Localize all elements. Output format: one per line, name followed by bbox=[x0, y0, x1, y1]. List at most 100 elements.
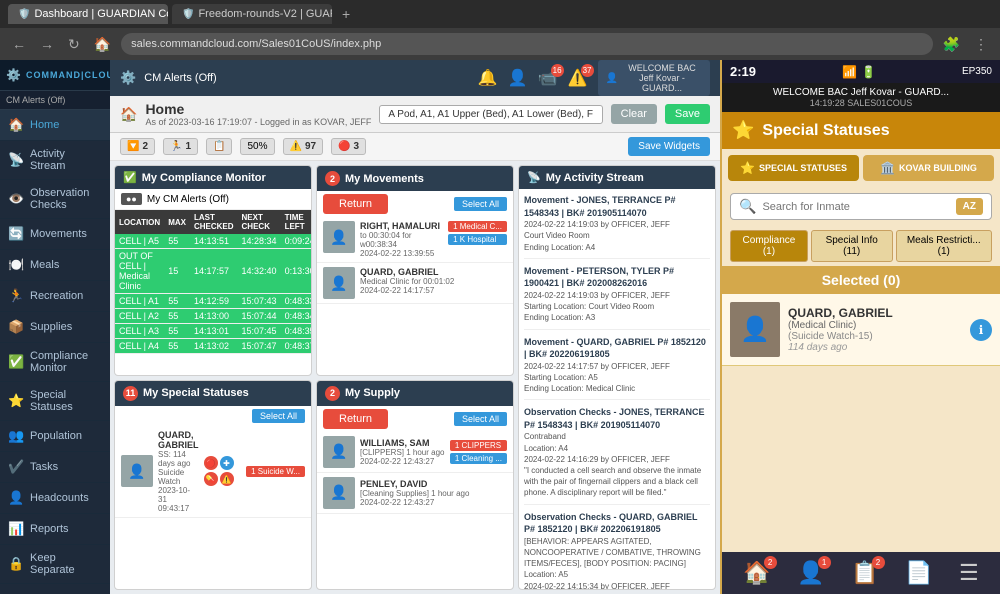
filter-item-4[interactable]: 50% bbox=[240, 138, 274, 155]
special-statuses-body: Select All 👤 QUARD, GABRIEL SS: 114 days… bbox=[115, 406, 311, 590]
extensions-button[interactable]: 🧩 bbox=[939, 34, 964, 55]
supplies-icon: 📦 bbox=[8, 319, 24, 335]
address-bar[interactable]: sales.commandcloud.com/Sales01CoUS/index… bbox=[121, 33, 932, 55]
special-select-all-button[interactable]: Select All bbox=[252, 409, 305, 423]
search-bar: 🔍 AZ bbox=[730, 193, 992, 220]
sidebar-item-recreation[interactable]: 🏃 Recreation bbox=[0, 281, 110, 312]
compliance-monitor-widget: ✅ My Compliance Monitor ●● My CM Alerts … bbox=[114, 165, 312, 376]
sidebar-item-keep-separate[interactable]: 🔒 Keep Separate bbox=[0, 545, 110, 584]
movement-avatar-1: 👤 bbox=[323, 221, 355, 253]
az-button[interactable]: AZ bbox=[956, 198, 983, 215]
movement-avatar-2: 👤 bbox=[323, 267, 355, 299]
refresh-button[interactable]: ↻ bbox=[64, 34, 84, 55]
bottom-icon-list[interactable]: 📋 2 bbox=[851, 560, 878, 586]
kovar-building-tab-icon: 🏛️ bbox=[880, 161, 895, 175]
user-icon-badge[interactable]: 👤 bbox=[508, 68, 528, 88]
dashboard-grid: ✅ My Compliance Monitor ●● My CM Alerts … bbox=[110, 161, 720, 594]
tab-compliance-1[interactable]: Compliance (1) bbox=[730, 230, 808, 262]
tab-kovar-building[interactable]: 🏛️ KOVAR BUILDING bbox=[863, 155, 994, 181]
sidebar-item-headcounts[interactable]: 👤 Headcounts bbox=[0, 483, 110, 514]
topbar-icons: 🔔 👤 📹 16 ⚠️ 37 👤 WELCOME BAC Jeff Kovar … bbox=[478, 60, 710, 96]
filter-item-2[interactable]: 🏃1 bbox=[163, 138, 198, 155]
home-nav-button[interactable]: 🏠 bbox=[90, 34, 115, 55]
special-avatar-1: 👤 bbox=[121, 455, 153, 487]
user-button[interactable]: 👤 WELCOME BAC Jeff Kovar - GUARD... bbox=[598, 60, 710, 96]
battery-icon: 🔋 bbox=[861, 65, 876, 79]
breadcrumb-input[interactable] bbox=[379, 105, 602, 124]
movements-header: 2 My Movements bbox=[317, 166, 513, 191]
inmate-info-button[interactable]: ℹ bbox=[970, 319, 992, 341]
supply-return-button[interactable]: Return bbox=[323, 409, 388, 429]
back-button[interactable]: ← bbox=[8, 34, 30, 54]
sidebar-item-supplies[interactable]: 📦 Supplies bbox=[0, 312, 110, 343]
special-statuses-widget: 11 My Special Statuses Select All 👤 QUAR… bbox=[114, 380, 312, 591]
sidebar-item-compliance[interactable]: ✅ Compliance Monitor bbox=[0, 343, 110, 382]
movement-item-1: 👤 RIGHT, HAMALURI to 00:30:04 for w00:38… bbox=[317, 217, 513, 263]
activity-stream-header: 📡 My Activity Stream bbox=[519, 166, 715, 189]
sidebar-item-special[interactable]: ⭐ Special Statuses bbox=[0, 382, 110, 421]
activity-entry-5: Observation Checks - QUARD, GABRIEL P# 1… bbox=[524, 511, 710, 589]
movements-body: Return Select All 👤 RIGHT, HAMALURI to 0… bbox=[317, 191, 513, 375]
save-button[interactable]: Save bbox=[665, 104, 710, 124]
sidebar-item-movements[interactable]: 🔄 Movements bbox=[0, 219, 110, 250]
forward-button[interactable]: → bbox=[36, 34, 58, 54]
clear-button[interactable]: Clear bbox=[611, 104, 657, 124]
warning-icon-badge[interactable]: ⚠️ 37 bbox=[568, 68, 588, 88]
movements-select-all-button[interactable]: Select All bbox=[454, 197, 507, 211]
search-inmate-input[interactable] bbox=[762, 201, 949, 213]
menu-button[interactable]: ⋮ bbox=[970, 34, 992, 55]
sidebar-topbar: CM Alerts (Off) bbox=[0, 91, 110, 110]
sidebar-item-reports[interactable]: 📊 Reports bbox=[0, 514, 110, 545]
compliance-tabs: Compliance (1) Special Info (11) Meals R… bbox=[722, 226, 1000, 266]
bottom-icon-menu[interactable]: ☰ bbox=[959, 560, 979, 586]
save-widgets-button[interactable]: Save Widgets bbox=[628, 137, 710, 156]
tab-special-info[interactable]: Special Info (11) bbox=[811, 230, 893, 262]
sidebar-item-population[interactable]: 👥 Population bbox=[0, 421, 110, 452]
special-info-1: QUARD, GABRIEL SS: 114 days agoSuicide W… bbox=[158, 430, 199, 513]
panel-header: ⭐ Special Statuses bbox=[722, 112, 1000, 149]
activity-stream-widget: 📡 My Activity Stream Movement - JONES, T… bbox=[518, 165, 716, 590]
inmate-card: 👤 QUARD, GABRIEL (Medical Clinic) (Suici… bbox=[722, 294, 1000, 366]
supply-header: 2 My Supply bbox=[317, 381, 513, 406]
movements-return-button[interactable]: Return bbox=[323, 194, 388, 214]
bottom-icon-home[interactable]: 🏠 2 bbox=[743, 560, 770, 586]
user-avatar: 👤 bbox=[606, 73, 618, 84]
bottom-icon-doc[interactable]: 📄 bbox=[905, 560, 932, 586]
sidebar-item-activity[interactable]: 📡 Activity Stream bbox=[0, 141, 110, 180]
filter-item-6[interactable]: 🔴3 bbox=[331, 138, 366, 155]
tab-freedom[interactable]: 🛡️ Freedom-rounds-V2 | GUARD/A... ✕ bbox=[172, 4, 332, 24]
welcome-sub-text: 14:19:28 SALES01COUS bbox=[732, 98, 990, 108]
bell-icon-badge[interactable]: 🔔 bbox=[478, 68, 498, 88]
activity-stream-body: Movement - JONES, TERRANCE P# 1548343 | … bbox=[519, 189, 715, 589]
widget-toolbar: 🔽2 🏃1 📋 50% ⚠️97 🔴3 Save Widgets bbox=[110, 133, 720, 161]
tab-dashboard[interactable]: 🛡️ Dashboard | GUARDIAN Comm... ✕ bbox=[8, 4, 168, 24]
new-tab-button[interactable]: + bbox=[336, 2, 356, 26]
supply-select-all-button[interactable]: Select All bbox=[454, 412, 507, 426]
star-icon: ⭐ bbox=[732, 120, 754, 141]
tab-special-statuses[interactable]: ⭐ SPECIAL STATUSES bbox=[728, 155, 859, 181]
search-icon: 🔍 bbox=[739, 198, 756, 215]
sidebar-item-home[interactable]: 🏠 Home bbox=[0, 110, 110, 141]
cm-alerts-label: CM Alerts (Off) bbox=[144, 72, 217, 84]
home-title-block: Home As of 2023-03-16 17:19:07 - Logged … bbox=[145, 101, 371, 127]
activity-entry-3: Movement - QUARD, GABRIEL P# 1852120 | B… bbox=[524, 336, 710, 401]
filter-item-3[interactable]: 📋 bbox=[206, 138, 232, 155]
selected-header: Selected (0) bbox=[722, 266, 1000, 294]
tab-meals-restrict[interactable]: Meals Restricti... (1) bbox=[896, 230, 993, 262]
sidebar-item-observations[interactable]: 👁️ Observation Checks bbox=[0, 180, 110, 219]
observation-icon: 👁️ bbox=[8, 191, 24, 207]
meals-icon: 🍽️ bbox=[8, 257, 24, 273]
filter-item-5[interactable]: ⚠️97 bbox=[283, 138, 324, 155]
headcounts-icon: 👤 bbox=[8, 490, 24, 506]
camera-icon-badge[interactable]: 📹 16 bbox=[538, 68, 558, 88]
sidebar-item-tasks[interactable]: ✔️ Tasks bbox=[0, 452, 110, 483]
compliance-row-a3: CELL | A3 55 14:13:01 15:07:45 0:48:35 bbox=[115, 324, 311, 339]
bottom-icon-user[interactable]: 👤 1 bbox=[797, 560, 824, 586]
special-statuses-tab-icon: ⭐ bbox=[740, 161, 755, 175]
compliance-monitor-header: ✅ My Compliance Monitor bbox=[115, 166, 311, 189]
supply-widget: 2 My Supply Return Select All 👤 WILLIAMS… bbox=[316, 380, 514, 591]
special-icon: ⭐ bbox=[8, 393, 24, 409]
compliance-row-a1: CELL | A1 55 14:12:59 15:07:43 0:48:33 bbox=[115, 294, 311, 309]
filter-item-1[interactable]: 🔽2 bbox=[120, 138, 155, 155]
sidebar-item-meals[interactable]: 🍽️ Meals bbox=[0, 250, 110, 281]
